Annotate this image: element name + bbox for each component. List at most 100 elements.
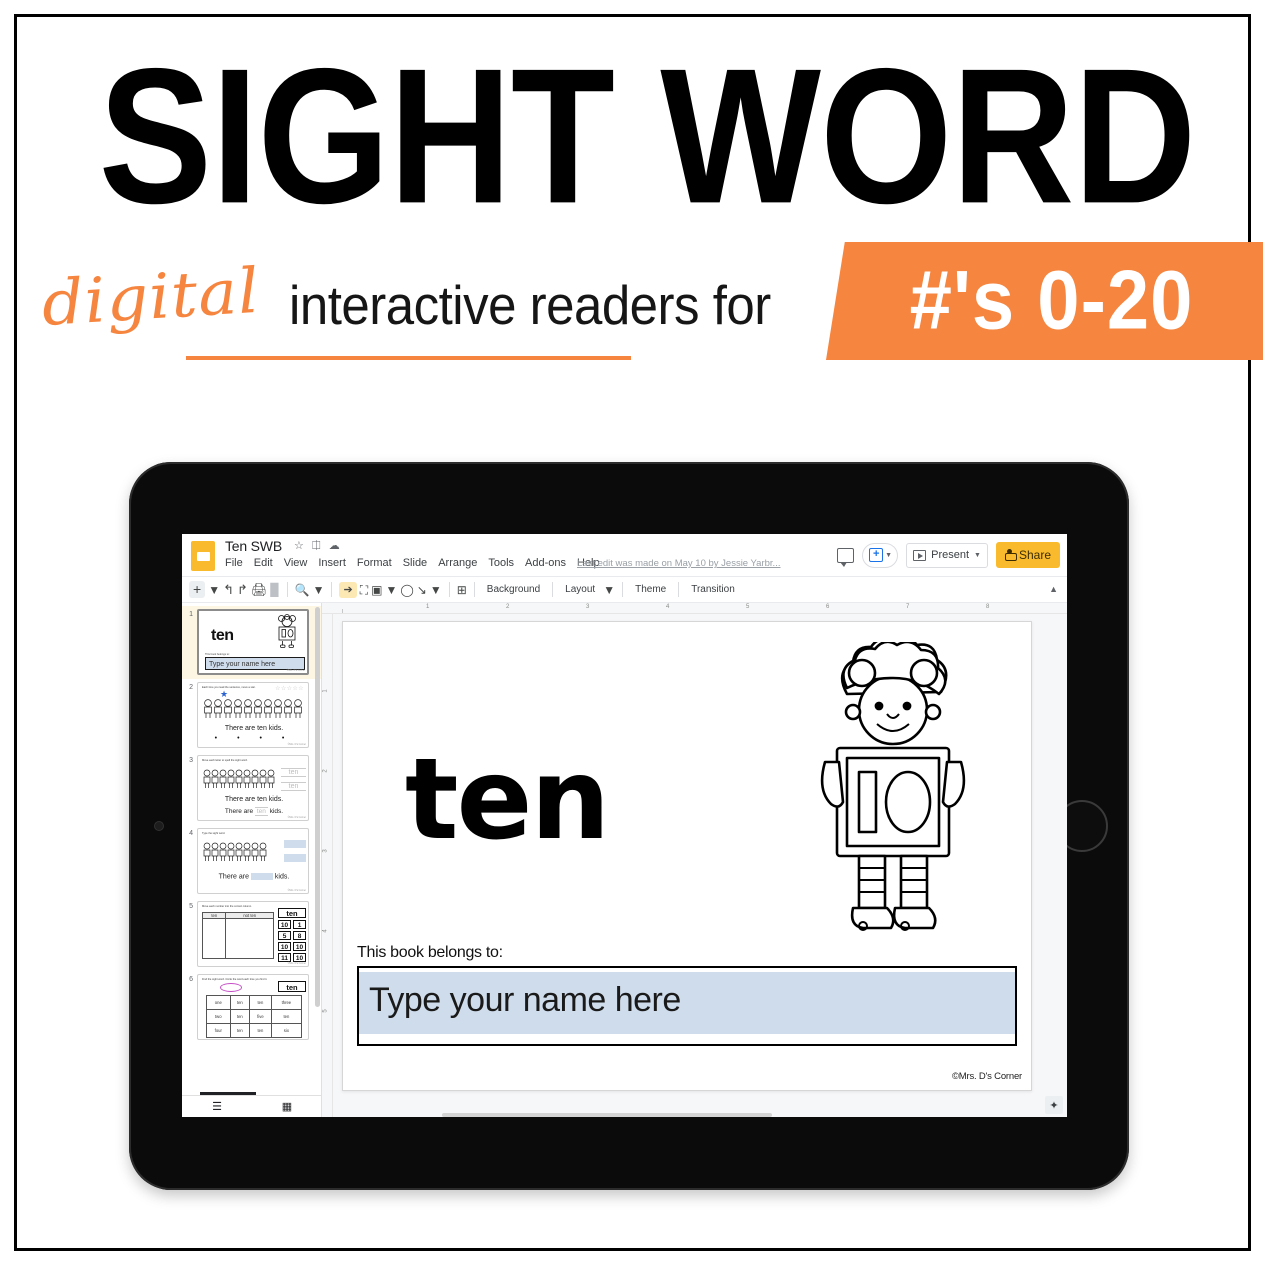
table-cell: ten [249,995,272,1010]
slide-number: 6 [189,976,193,983]
present-chevron-down-icon[interactable]: ▼ [974,552,981,559]
slide-number: 4 [189,830,193,837]
filmstrip-view-icon[interactable]: ☰ [182,1100,252,1113]
ruler-label-v: 4 [322,929,329,933]
share-button[interactable]: Share [995,542,1060,568]
list-item[interactable]: 3 Move each letter to spell the sight wo… [182,752,321,825]
filmstrip-scrollbar[interactable] [315,607,320,1007]
name-placeholder-text: Type your name here [369,981,681,1019]
poster-page: SIGHT WORD digital interactive readers f… [0,0,1265,1265]
table-cell [201,918,227,959]
ruler-label: 3 [586,604,590,610]
subtitle-text: interactive readers for [289,274,771,336]
thumb-word-box: ten [278,908,306,918]
number-card: 8 [293,931,306,940]
menu-item-slide[interactable]: Slide [403,557,427,569]
undo-icon[interactable]: ↰ [223,583,234,596]
slide-thumbnail-6[interactable]: Find the sight word. Circle the word eac… [197,974,309,1040]
select-icon[interactable]: ➔ [339,581,357,598]
new-slide-chevron-down-icon[interactable]: ▼ [208,584,220,596]
cloud-status-icon[interactable]: ☁ [329,540,340,552]
new-slide-icon[interactable]: + [189,581,206,598]
slides-top-bar: Ten SWB ☆ ⎅ ☁ File Edit View Insert Form… [182,534,1067,577]
number-card: 10 [278,942,291,951]
ipad-device: Ten SWB ☆ ⎅ ☁ File Edit View Insert Form… [126,460,1132,1194]
thumb-answer-blank-2 [284,854,306,862]
number-card: 10 [278,920,291,929]
thumb-word-search-table: one ten ten three two ten five ten four … [206,995,303,1038]
ruler-label-v: 3 [322,849,329,853]
theme-button[interactable]: Theme [630,584,671,595]
redo-icon[interactable]: ↱ [237,583,248,596]
slide-thumbnail-5[interactable]: Move each number into the correct column… [197,901,309,967]
menu-item-arrange[interactable]: Arrange [438,557,477,569]
thumb-credit: ©Mrs. D's Corner [287,962,306,965]
list-item[interactable]: 1 ten This book belongs to: Type your na… [182,606,321,679]
layout-button[interactable]: Layout [560,584,600,595]
table-cell: ten [270,1009,303,1024]
present-button[interactable]: Present ▼ [906,542,988,568]
menu-item-edit[interactable]: Edit [254,557,273,569]
comment-icon[interactable] [837,547,855,567]
slide-canvas-area[interactable]: 1 2 3 4 5 6 7 8 1 2 3 4 5 ten This book … [322,603,1067,1117]
zoom-icon[interactable]: 🔍 [295,584,310,596]
list-item[interactable]: 5 Move each number into the correct colu… [182,898,321,971]
transition-button[interactable]: Transition [686,584,740,595]
last-edit-link[interactable]: Last edit was made on May 10 by Jessie Y… [577,558,780,569]
text-box-icon[interactable]: ⛶ [360,584,368,596]
ruler-label: 6 [826,604,830,610]
move-to-folder-icon[interactable]: ⎅ [312,540,321,552]
document-title[interactable]: Ten SWB [225,538,282,554]
slide-thumbnail-4[interactable]: Type the sight word. There are kids. ©Mr… [197,828,309,894]
toolbar-divider-2 [331,582,333,597]
menu-item-addons[interactable]: Add-ons [525,557,566,569]
list-item[interactable]: 2 Each time you read the sentence, move … [182,679,321,752]
poster-header: SIGHT WORD digital interactive readers f… [14,14,1265,414]
thumb-name-placeholder: Type your name here [209,660,276,668]
slide-thumbnail-3[interactable]: Move each letter to spell the sight word… [197,755,309,821]
slide-word[interactable]: ten [405,744,610,856]
background-button[interactable]: Background [482,584,545,595]
menu-item-tools[interactable]: Tools [488,557,514,569]
slides-toolbar: + ▼ ↰ ↱ 🖨 ▉ 🔍 ▼ ➔ ⛶ ▣ ▼ ◯ ↘ ▼ ⊞ Backgrou… [182,577,1067,603]
canvas-horizontal-scrollbar[interactable] [442,1113,772,1117]
list-item[interactable]: 4 Type the sight word. There are kids. ©… [182,825,321,898]
slide-thumbnail-2[interactable]: Each time you read the sentence, move a … [197,682,309,748]
grid-view-icon[interactable]: ▦ [252,1100,321,1113]
menu-item-insert[interactable]: Insert [318,557,346,569]
thumb-stars: ☆☆☆☆☆ [275,686,304,692]
current-slide[interactable]: ten This book belongs to: Type your name… [342,621,1032,1091]
name-input-box[interactable]: Type your name here [357,966,1017,1046]
thumb-word-box: ten [278,981,306,992]
chevron-up-icon[interactable]: ▲ [1049,584,1058,594]
menu-item-format[interactable]: Format [357,557,392,569]
ruler-label-v: 5 [322,1009,329,1013]
explore-icon[interactable]: ✦ [1045,1096,1063,1114]
add-person-icon: + [869,548,884,562]
insert-image-icon[interactable]: ▣ [371,584,382,596]
thumb-credit: ©Mrs. D's Corner [286,669,305,672]
line-icon[interactable]: ↘ [417,584,427,596]
slide-filmstrip[interactable]: 1 ten This book belongs to: Type your na… [182,603,322,1117]
image-chevron-down-icon[interactable]: ▼ [385,584,397,596]
thumb-credit: ©Mrs. D's Corner [287,743,306,746]
thumb-answer-blank-1 [284,840,306,848]
list-item[interactable]: 6 Find the sight word. Circle the word e… [182,971,321,1044]
print-icon[interactable]: 🖨 [251,583,268,596]
star-icon[interactable]: ☆ [294,540,304,552]
thumb-instruction: Type the sight word. [202,832,226,835]
zoom-chevron-down-icon[interactable]: ▼ [313,584,325,596]
shape-icon[interactable]: ◯ [400,584,413,596]
layout-comment-icon[interactable]: ⊞ [457,584,467,596]
layout-chevron-down-icon[interactable]: ▼ [603,584,615,596]
slide-thumbnail-1[interactable]: ten This book belongs to: Type your name… [197,609,309,675]
menu-item-view[interactable]: View [284,557,308,569]
circle-marker-icon [220,983,242,992]
paint-format-icon[interactable]: ▉ [270,584,279,596]
thumb-sort-table: ten not ten [201,912,274,959]
add-person-button[interactable]: + ▼ [862,542,899,568]
menu-item-file[interactable]: File [225,557,243,569]
line-chevron-down-icon[interactable]: ▼ [430,584,442,596]
thumb-instruction: Find the sight word. Circle the word eac… [202,978,268,981]
vertical-ruler: 1 2 3 4 5 [322,614,333,1117]
